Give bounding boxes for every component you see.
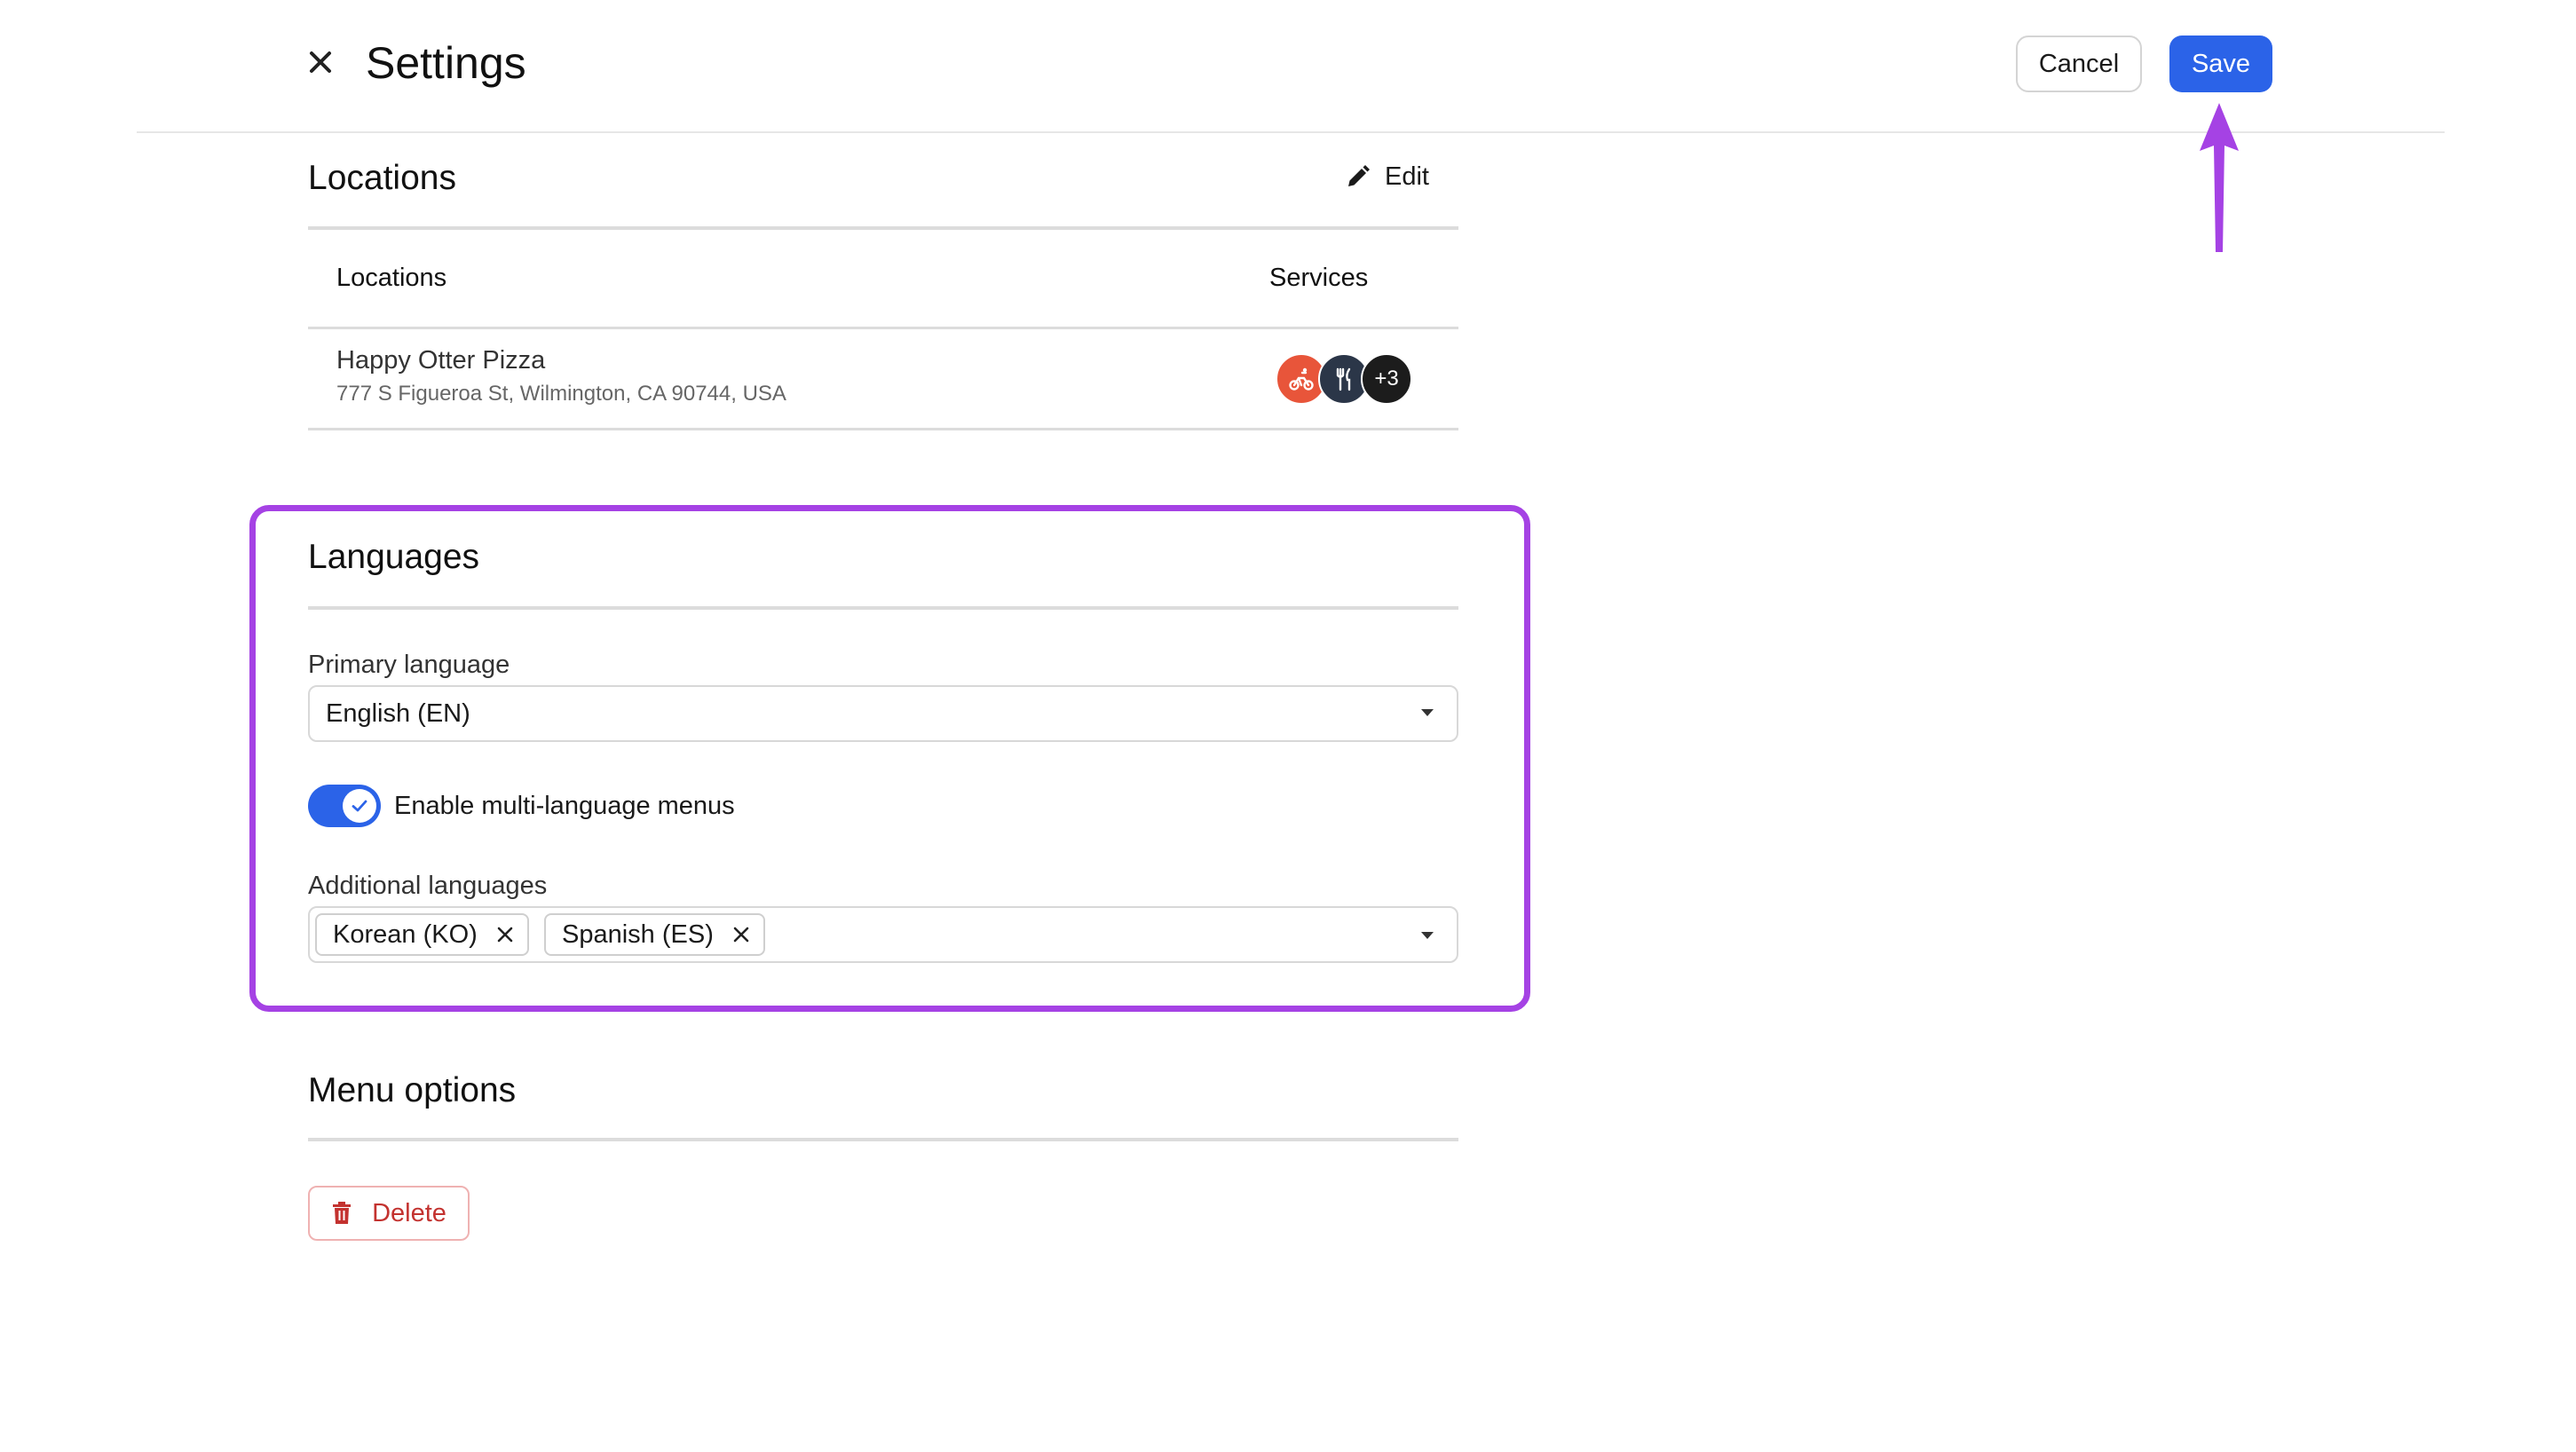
location-name: Happy Otter Pizza <box>336 346 546 375</box>
remove-chip-button[interactable] <box>731 925 751 944</box>
languages-section-title: Languages <box>308 538 480 576</box>
primary-language-value: English (EN) <box>326 699 470 728</box>
more-services-badge[interactable]: +3 <box>1361 353 1412 405</box>
settings-page: Settings Cancel Save Locations Edit Loca… <box>0 0 2576 1452</box>
header-divider <box>137 131 2445 133</box>
column-header-locations: Locations <box>336 264 447 292</box>
chip-label: Spanish (ES) <box>562 919 714 949</box>
additional-languages-select[interactable]: Korean (KO) Spanish (ES) <box>308 906 1458 963</box>
caret-down-icon <box>1421 932 1434 939</box>
language-chip-spanish: Spanish (ES) <box>544 913 765 956</box>
column-header-services: Services <box>1269 264 1369 292</box>
table-header-divider <box>308 327 1458 329</box>
language-chip-korean: Korean (KO) <box>315 913 529 956</box>
locations-section-title: Locations <box>308 159 456 197</box>
primary-language-select[interactable]: English (EN) <box>308 685 1458 742</box>
table-row[interactable]: Happy Otter Pizza 777 S Figueroa St, Wil… <box>308 330 1458 428</box>
multi-language-label: Enable multi-language menus <box>394 792 735 820</box>
edit-locations-button[interactable]: Edit <box>1346 156 1429 197</box>
edit-label: Edit <box>1385 162 1429 191</box>
close-icon <box>497 927 513 943</box>
toggle-knob <box>343 789 376 823</box>
chip-label: Korean (KO) <box>333 919 478 949</box>
menu-options-title-divider <box>308 1138 1458 1141</box>
multi-language-toggle[interactable] <box>308 785 381 827</box>
close-button[interactable] <box>298 40 343 84</box>
additional-languages-label: Additional languages <box>308 872 548 900</box>
locations-title-divider <box>308 226 1458 230</box>
close-icon <box>310 51 331 73</box>
settings-header: Settings Cancel Save <box>0 0 2576 133</box>
checkmark-icon <box>352 800 367 812</box>
cancel-button[interactable]: Cancel <box>2016 36 2142 92</box>
table-row-divider <box>308 428 1458 430</box>
delete-label: Delete <box>372 1198 446 1227</box>
menu-options-section-title: Menu options <box>308 1071 517 1109</box>
primary-language-label: Primary language <box>308 651 510 679</box>
close-icon <box>733 927 749 943</box>
annotation-arrow-icon <box>2200 103 2239 252</box>
delete-button[interactable]: Delete <box>308 1186 470 1241</box>
page-title: Settings <box>366 38 526 88</box>
caret-down-icon <box>1421 709 1434 716</box>
save-button[interactable]: Save <box>2169 36 2272 92</box>
trash-icon <box>333 1202 352 1224</box>
pencil-icon <box>1348 165 1370 186</box>
remove-chip-button[interactable] <box>495 925 515 944</box>
languages-title-divider <box>308 606 1458 610</box>
location-address: 777 S Figueroa St, Wilmington, CA 90744,… <box>336 382 786 406</box>
